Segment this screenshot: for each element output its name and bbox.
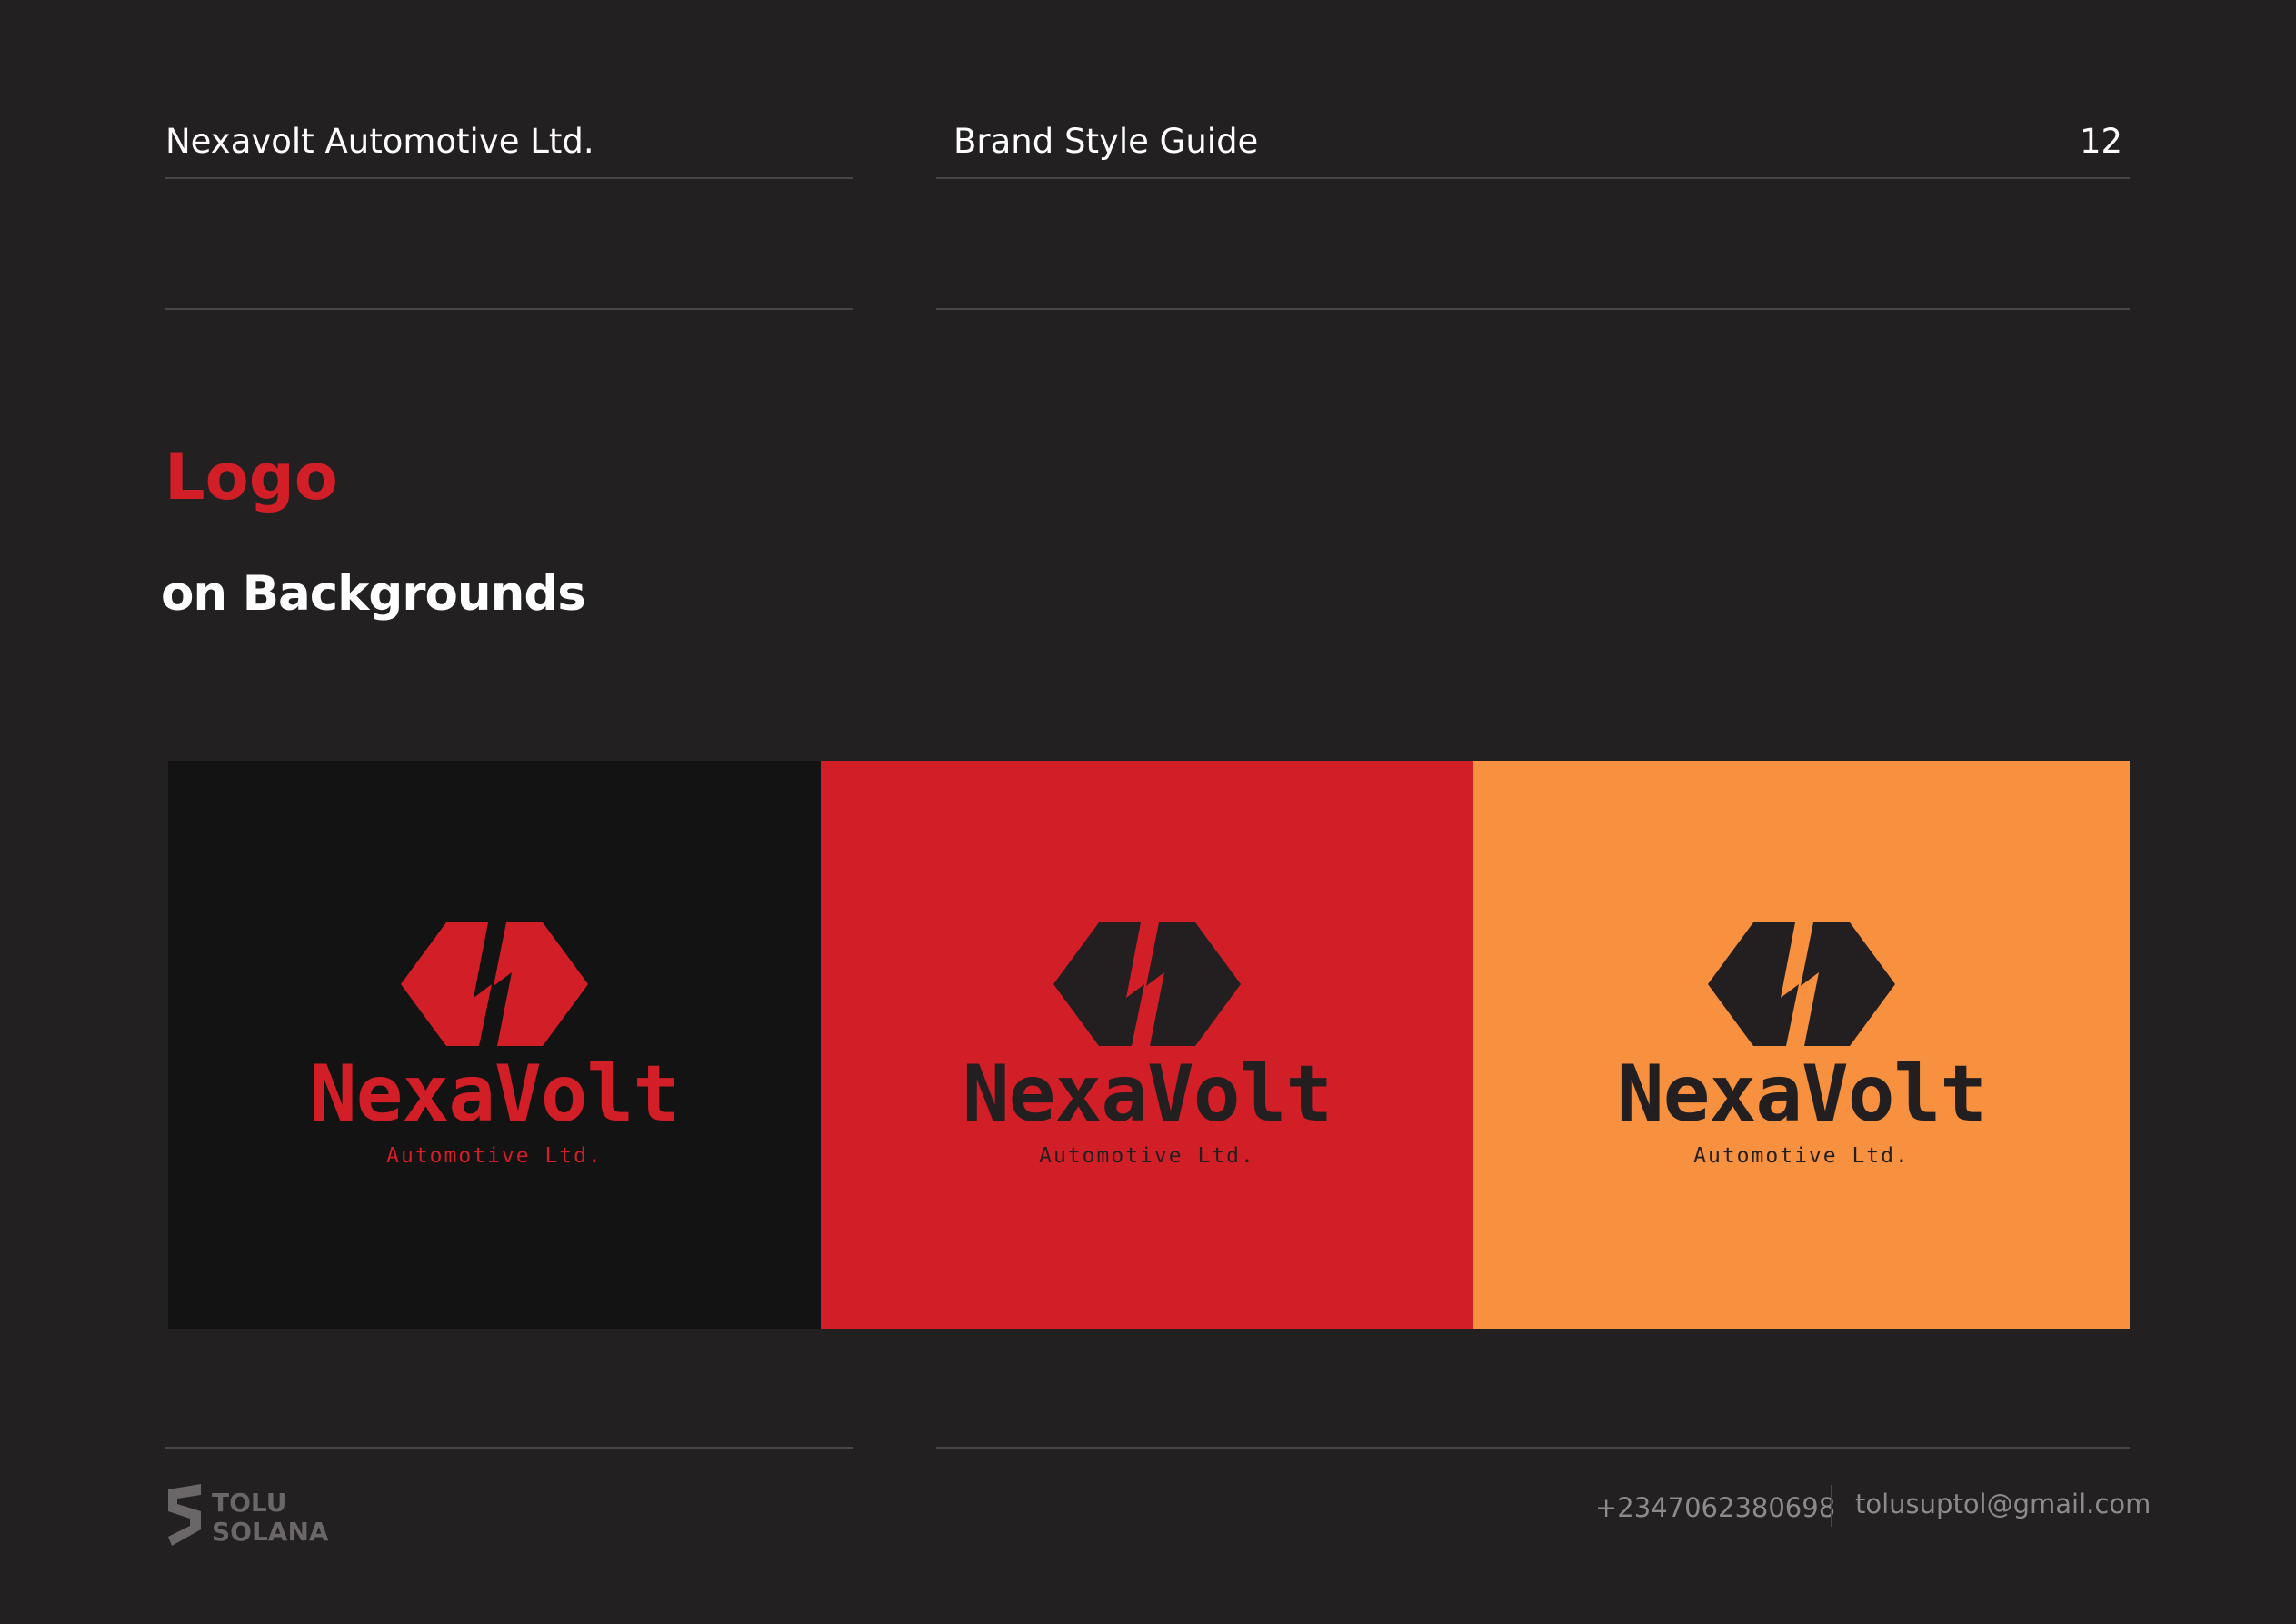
contact-email[interactable]: tolusuptol@gmail.com: [1855, 1491, 2151, 1518]
logo-background-panels: NexaVolt Automotive Ltd. NexaVolt Automo…: [168, 761, 2130, 1329]
logo-wordmark: NexaVolt: [1616, 1049, 1987, 1140]
subheader-divider-left: [165, 308, 853, 310]
contact-phone: +2347062380698: [1595, 1492, 1836, 1523]
header-divider-right: [936, 177, 2130, 179]
section-title: Logo: [165, 440, 338, 514]
hexagon-lightning-bolt-icon: [1053, 922, 1241, 1046]
footer-divider-right: [936, 1447, 2130, 1449]
logo-panel-orange: NexaVolt Automotive Ltd.: [1473, 761, 2130, 1329]
footer-divider-left: [165, 1447, 853, 1449]
header-company-name: Nexavolt Automotive Ltd.: [165, 122, 594, 161]
logo-wordmark: NexaVolt: [962, 1049, 1333, 1140]
logo-panel-red: NexaVolt Automotive Ltd.: [821, 761, 1473, 1329]
logo-tagline: Automotive Ltd.: [1693, 1144, 1910, 1168]
footer-logo-text-top: TOLU: [212, 1488, 286, 1518]
logo-panel-dark: NexaVolt Automotive Ltd.: [168, 761, 821, 1329]
section-subtitle: on Backgrounds: [161, 566, 586, 622]
logo-lockup: NexaVolt Automotive Ltd.: [821, 922, 1473, 1167]
tolu-solana-logo: TOLU SOLANA: [165, 1484, 329, 1548]
contact-separator: [1831, 1485, 1832, 1527]
footer-logo-text-bottom: SOLANA: [212, 1517, 328, 1547]
logo-lockup: NexaVolt Automotive Ltd.: [168, 922, 821, 1167]
logo-tagline: Automotive Ltd.: [386, 1144, 603, 1168]
page-number: 12: [2080, 122, 2123, 161]
header-document-title: Brand Style Guide: [953, 122, 1259, 161]
hexagon-lightning-bolt-icon: [1708, 922, 1895, 1046]
subheader-divider-right: [936, 308, 2130, 310]
logo-tagline: Automotive Ltd.: [1039, 1144, 1255, 1168]
logo-lockup: NexaVolt Automotive Ltd.: [1473, 922, 2130, 1167]
header-divider-left: [165, 177, 853, 179]
hexagon-lightning-bolt-icon: [401, 922, 588, 1046]
logo-wordmark: NexaVolt: [309, 1049, 680, 1140]
